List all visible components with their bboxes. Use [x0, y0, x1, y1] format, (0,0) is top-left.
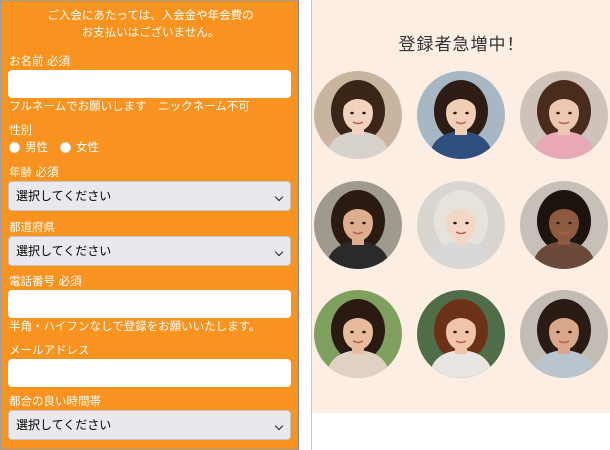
age-select[interactable]: 選択してください — [8, 181, 291, 211]
email-field[interactable] — [8, 359, 291, 387]
member-avatar — [314, 290, 402, 378]
gallery-title: 登録者急増中！ — [398, 35, 525, 55]
chevron-down-icon — [274, 247, 284, 257]
chevron-down-icon — [274, 192, 284, 202]
email-label: メールアドレス — [9, 343, 90, 357]
phone-note: 半角・ハイフンなしで登録をお願いいたします。 — [9, 319, 261, 333]
gender-female-label: 女性 — [76, 140, 99, 154]
chevron-down-icon — [274, 421, 284, 431]
time-label: 都合の良い時間帯 — [9, 394, 101, 408]
member-gallery: 登録者急増中！ — [311, 0, 610, 450]
gender-male-radio[interactable] — [9, 141, 20, 153]
member-avatar — [417, 290, 505, 378]
phone-label: 電話番号 必須 — [9, 274, 82, 288]
prefecture-select-value: 選択してください — [16, 244, 112, 258]
member-avatar — [417, 181, 505, 269]
gender-female-radio[interactable] — [60, 141, 71, 153]
registration-form: ご入会にあたっては、入会金や年会費の お支払いはございません。 お名前 必須 フ… — [0, 0, 299, 450]
gender-male-label: 男性 — [25, 140, 48, 154]
fee-notice: ご入会にあたっては、入会金や年会費の お支払いはございません。 — [1, 7, 300, 41]
gallery-footer-space — [311, 413, 610, 450]
name-note: フルネームでお願いします ニックネーム不可 — [9, 99, 250, 113]
prefecture-label: 都道府県 — [9, 220, 55, 234]
phone-field[interactable] — [8, 290, 291, 318]
member-avatar — [314, 181, 402, 269]
member-avatar — [520, 71, 608, 159]
member-avatar — [520, 290, 608, 378]
age-select-value: 選択してください — [16, 189, 112, 203]
member-avatar — [520, 181, 608, 269]
time-select-value: 選択してください — [16, 418, 112, 432]
member-avatar — [417, 71, 505, 159]
name-label: お名前 必須 — [9, 54, 71, 68]
member-avatar — [314, 71, 402, 159]
fee-notice-line2: お支払いはございません。 — [81, 25, 220, 39]
prefecture-select[interactable]: 選択してください — [8, 236, 291, 266]
name-field[interactable] — [8, 70, 291, 98]
age-label: 年齢 必須 — [9, 165, 59, 179]
time-select[interactable]: 選択してください — [8, 410, 291, 440]
gender-radio-group: 男性 女性 — [9, 140, 111, 154]
fee-notice-line1: ご入会にあたっては、入会金や年会費の — [47, 8, 254, 22]
gender-label: 性別 — [9, 123, 32, 137]
